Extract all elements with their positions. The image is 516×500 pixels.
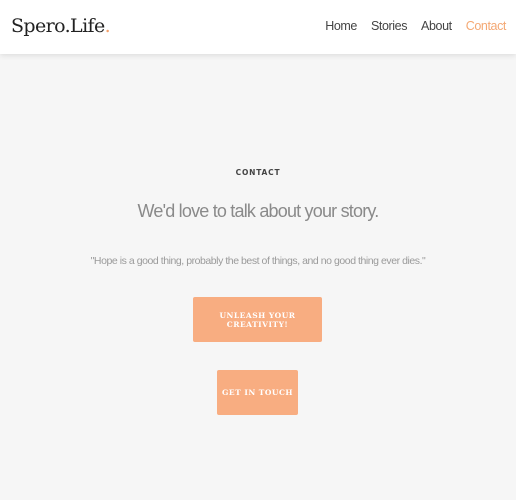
nav-link-stories[interactable]: Stories	[371, 19, 408, 33]
section-label: CONTACT	[235, 168, 281, 177]
brand-dot: .	[104, 15, 111, 37]
section-headline: We'd love to talk about your story.	[137, 201, 380, 221]
nav-link-home[interactable]: Home	[325, 19, 357, 33]
brand-logo[interactable]: Spero.Life.	[11, 15, 111, 37]
nav-link-about[interactable]: About	[421, 19, 452, 33]
main-nav: Home Stories About Contact	[325, 19, 506, 33]
get-in-touch-button[interactable]: GET IN TOUCH	[217, 370, 298, 415]
navbar: Spero.Life. Home Stories About Contact	[0, 0, 516, 54]
unleash-creativity-button[interactable]: UNLEASH YOUR CREATIVITY!	[193, 297, 322, 342]
brand-name: Spero.Life	[11, 15, 105, 37]
quote-text: "Hope is a good thing, probably the best…	[90, 255, 426, 267]
contact-section: CONTACT We'd love to talk about your sto…	[0, 54, 516, 500]
nav-link-contact[interactable]: Contact	[466, 19, 507, 33]
